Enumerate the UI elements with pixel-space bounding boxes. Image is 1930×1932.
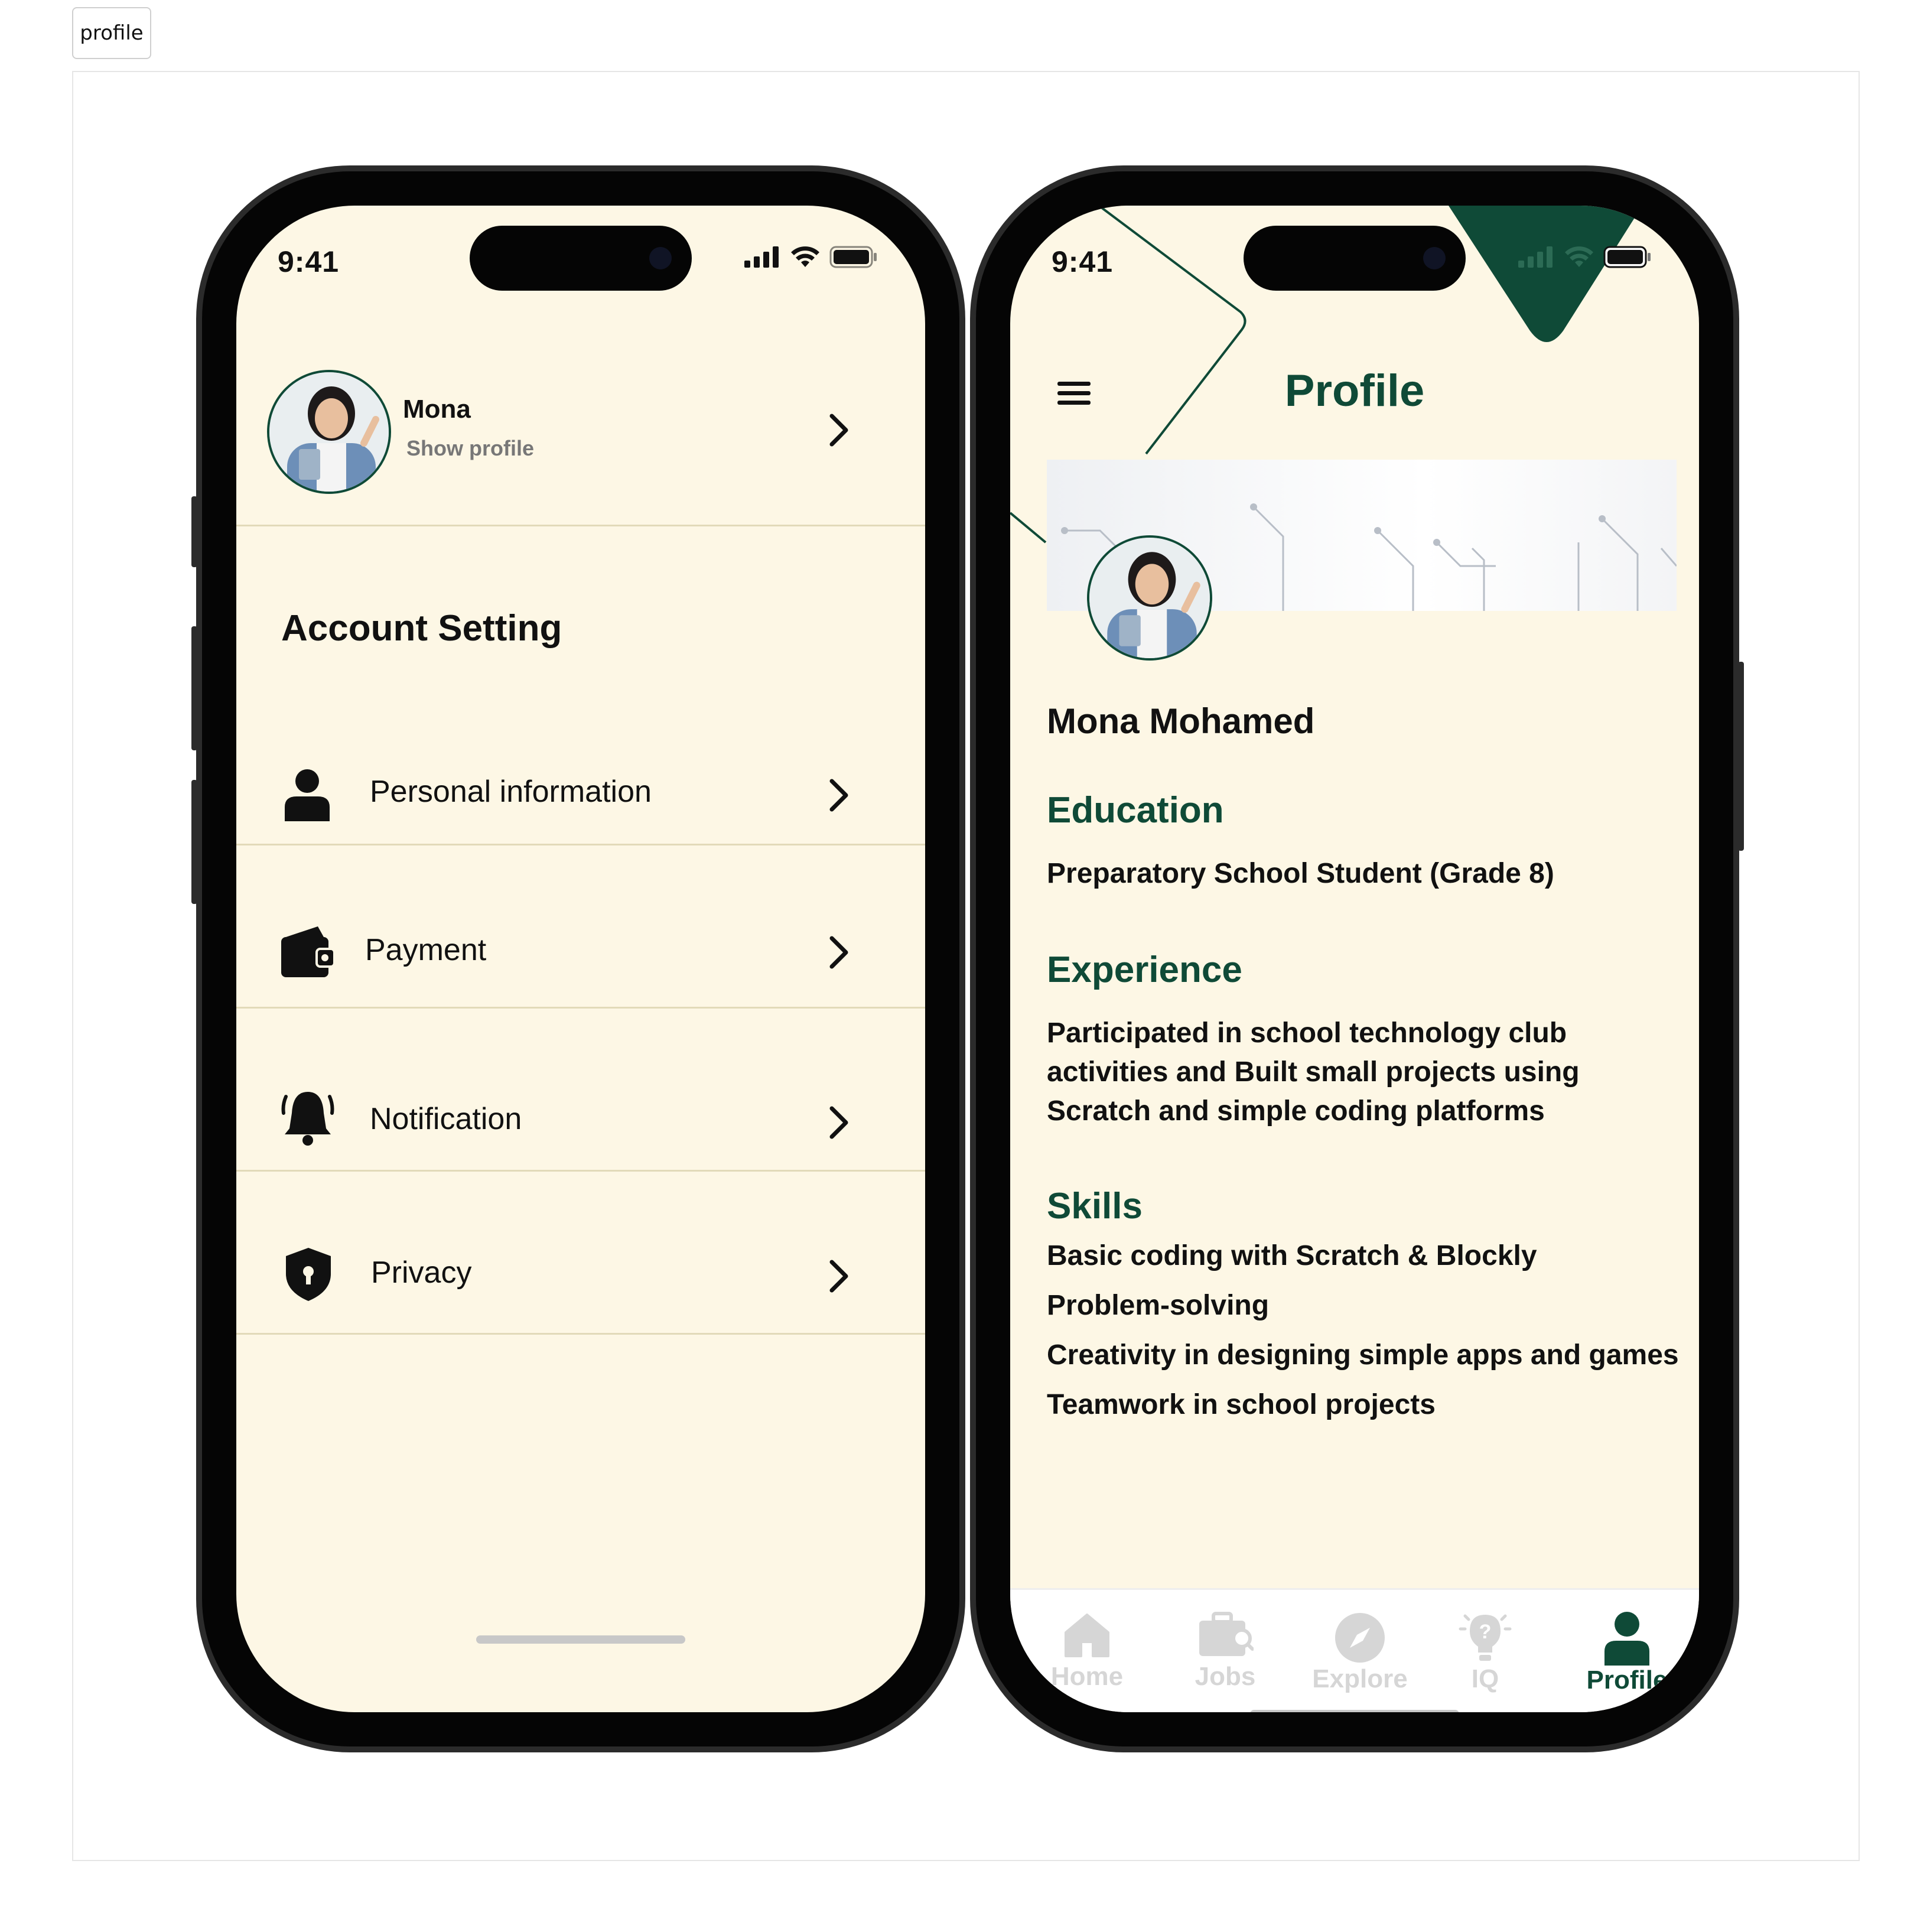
skill-item: Teamwork in school projects	[1047, 1389, 1436, 1420]
wifi-icon	[1565, 246, 1593, 267]
education-text: Preparatory School Student (Grade 8)	[1047, 858, 1554, 889]
person-icon	[1604, 1612, 1649, 1666]
chevron-right-icon[interactable]	[827, 935, 851, 970]
divider	[236, 1170, 925, 1172]
experience-line: Scratch and simple coding platforms	[1047, 1095, 1545, 1127]
home-icon	[1065, 1614, 1109, 1657]
tab-label: Explore	[1312, 1664, 1408, 1693]
avatar-photo	[269, 372, 389, 492]
home-indicator[interactable]	[476, 1635, 685, 1644]
divider	[236, 1333, 925, 1335]
battery-icon	[1603, 246, 1651, 268]
chevron-right-icon[interactable]	[827, 412, 851, 448]
status-icons	[1518, 246, 1652, 268]
home-indicator[interactable]	[1250, 1710, 1459, 1712]
education-heading: Education	[1047, 790, 1224, 831]
wallet-icon	[281, 926, 336, 977]
volume-down-button	[191, 780, 197, 904]
experience-line: activities and Built small projects usin…	[1047, 1056, 1580, 1088]
tab-label: Jobs	[1195, 1662, 1256, 1691]
svg-text:?: ?	[1479, 1621, 1492, 1643]
tab-profile[interactable]: Profile	[1568, 1611, 1686, 1695]
chevron-right-icon[interactable]	[827, 778, 851, 813]
row-label-privacy[interactable]: Privacy	[371, 1255, 471, 1290]
section-title: Account Setting	[281, 608, 562, 649]
chevron-right-icon[interactable]	[827, 1105, 851, 1140]
skill-item: Creativity in designing simple apps and …	[1047, 1339, 1679, 1371]
divider	[236, 525, 925, 526]
profile-avatar[interactable]	[1087, 535, 1212, 661]
tab-jobs[interactable]: Jobs	[1166, 1611, 1284, 1692]
volume-up-button	[191, 626, 197, 750]
page-title: Profile	[1284, 366, 1425, 416]
profile-tag: profile	[72, 7, 151, 59]
compass-icon	[1335, 1613, 1385, 1663]
shield-icon	[286, 1248, 331, 1301]
avatar-photo	[1089, 538, 1210, 658]
lightbulb-icon: ?	[1459, 1614, 1512, 1661]
bell-icon	[281, 1092, 334, 1146]
full-name: Mona Mohamed	[1047, 701, 1315, 741]
side-button	[1738, 662, 1744, 851]
row-label-personal-information[interactable]: Personal information	[370, 774, 652, 809]
status-icons	[744, 246, 878, 268]
dynamic-island	[470, 226, 692, 291]
profile-name: Mona	[403, 395, 471, 424]
status-time: 9:41	[1052, 245, 1114, 278]
tab-home[interactable]: Home	[1028, 1611, 1146, 1692]
experience-heading: Experience	[1047, 949, 1242, 990]
chevron-right-icon[interactable]	[827, 1258, 851, 1294]
row-label-payment[interactable]: Payment	[365, 932, 486, 968]
tab-label: Profile	[1586, 1666, 1668, 1694]
signal-icon	[744, 246, 779, 268]
person-icon	[285, 769, 330, 821]
bezel: 9:41 Profile Mona Mohamed Education Prep…	[976, 171, 1733, 1746]
status-time: 9:41	[278, 245, 340, 278]
bezel: 9:41 Mona Show profile Account Setting P…	[202, 171, 959, 1746]
bottom-tab-bar: Home Jobs Explore ? IQ Profile	[1010, 1588, 1699, 1712]
action-button	[191, 496, 197, 567]
avatar[interactable]	[267, 370, 391, 494]
experience-line: Participated in school technology club	[1047, 1017, 1567, 1049]
signal-icon	[1518, 246, 1553, 268]
divider	[236, 844, 925, 845]
battery-icon	[829, 246, 877, 268]
right-phone: 9:41 Profile Mona Mohamed Education Prep…	[970, 165, 1744, 1752]
tab-iq[interactable]: ? IQ	[1426, 1611, 1544, 1694]
wifi-icon	[791, 246, 819, 267]
left-phone: 9:41 Mona Show profile Account Setting P…	[191, 165, 965, 1752]
right-screen: 9:41 Profile Mona Mohamed Education Prep…	[1010, 206, 1699, 1712]
skill-item: Problem-solving	[1047, 1290, 1270, 1321]
skill-item: Basic coding with Scratch & Blockly	[1047, 1240, 1537, 1271]
tab-explore[interactable]: Explore	[1301, 1611, 1419, 1694]
skills-heading: Skills	[1047, 1186, 1143, 1227]
divider	[236, 1007, 925, 1009]
left-screen: 9:41 Mona Show profile Account Setting P…	[236, 206, 925, 1712]
camera-icon	[649, 247, 672, 269]
tab-label: Home	[1050, 1662, 1124, 1691]
tab-label: IQ	[1471, 1664, 1499, 1693]
camera-icon	[1423, 247, 1446, 269]
briefcase-icon	[1199, 1612, 1254, 1656]
dynamic-island	[1244, 226, 1466, 291]
row-label-notification[interactable]: Notification	[370, 1101, 522, 1137]
show-profile-link[interactable]: Show profile	[406, 436, 534, 461]
